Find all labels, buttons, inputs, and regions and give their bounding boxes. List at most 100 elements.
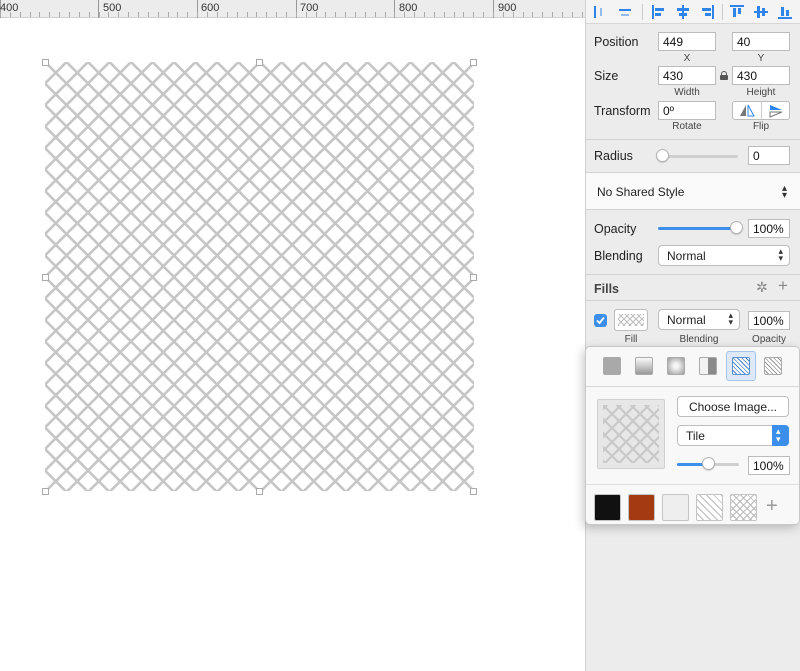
ruler-minor-tick [483, 12, 484, 17]
ruler-minor-tick [0, 12, 1, 17]
flip-horizontal-icon[interactable] [733, 102, 761, 119]
separator [722, 4, 723, 20]
y-field[interactable]: 40 [732, 32, 790, 51]
radius-slider[interactable] [662, 155, 738, 158]
fill-blending-select[interactable]: Normal ▴ ▾ [658, 309, 740, 330]
ruler-minor-tick [10, 12, 11, 17]
blending-label: Blending [594, 249, 643, 263]
gear-icon[interactable]: ✲ [756, 279, 768, 296]
flip-vertical-icon[interactable] [762, 102, 790, 119]
transform-label: Transform [594, 104, 651, 118]
ruler-minor-tick [335, 12, 336, 17]
align-middle-vertical-icon[interactable] [754, 5, 768, 19]
ruler-minor-tick [276, 12, 277, 17]
width-label: Width [674, 87, 700, 98]
lock-icon[interactable] [720, 71, 728, 80]
ruler-minor-tick [463, 12, 464, 17]
chevron-updown-icon: ▴ ▾ [728, 310, 733, 327]
add-fill-icon[interactable]: + [778, 276, 788, 296]
ruler-minor-tick [148, 12, 149, 17]
ruler-minor-tick [385, 12, 386, 17]
radius-field[interactable]: 0 [748, 146, 790, 165]
ruler-minor-tick [89, 12, 90, 17]
opacity-slider-knob[interactable] [730, 221, 743, 234]
crosshatch-pattern [45, 62, 474, 491]
ruler-minor-tick [365, 12, 366, 17]
preset-swatch-light-gray[interactable] [662, 494, 689, 521]
ruler-minor-tick [128, 12, 129, 17]
divider [586, 300, 800, 301]
align-top-icon[interactable] [730, 5, 744, 19]
distribute-vertically-icon[interactable] [618, 5, 632, 19]
fill-blending-label: Blending [679, 334, 719, 345]
radial-gradient-icon[interactable] [667, 357, 685, 375]
pattern-image-preview[interactable] [597, 399, 665, 469]
resize-handle-right[interactable] [470, 274, 477, 281]
add-swatch-icon[interactable]: + [766, 495, 778, 518]
pattern-scale-knob[interactable] [702, 457, 715, 470]
ruler-minor-tick [375, 12, 376, 17]
ruler-minor-tick [394, 12, 395, 17]
ruler-minor-tick [138, 12, 139, 17]
align-center-horizontal-icon[interactable] [676, 5, 690, 19]
ruler-minor-tick [118, 12, 119, 17]
preset-swatch-black[interactable] [594, 494, 621, 521]
ruler-minor-tick [79, 12, 80, 17]
preset-swatch-crosshatch-pattern[interactable] [730, 494, 757, 521]
opacity-slider[interactable] [658, 227, 736, 230]
angular-gradient-icon[interactable] [699, 357, 717, 375]
ruler-minor-tick [49, 12, 50, 17]
align-left-icon[interactable] [652, 5, 666, 19]
pattern-rectangle[interactable] [45, 62, 474, 491]
resize-handle-bottom-left[interactable] [42, 488, 49, 495]
blending-select[interactable]: Normal ▴ ▾ [658, 245, 790, 266]
height-field[interactable]: 430 [732, 66, 790, 85]
shared-style-value: No Shared Style [597, 185, 685, 199]
distribute-horizontally-icon[interactable] [592, 5, 606, 19]
ruler-minor-tick [316, 12, 317, 17]
radius-label: Radius [594, 149, 633, 163]
noise-fill-icon[interactable] [764, 357, 782, 375]
ruler-minor-tick [454, 12, 455, 17]
ruler-minor-tick [20, 12, 21, 17]
resize-handle-top-left[interactable] [42, 59, 49, 66]
canvas[interactable] [0, 19, 585, 671]
align-bottom-icon[interactable] [778, 5, 792, 19]
ruler-minor-tick [552, 12, 553, 17]
pattern-fill-icon[interactable] [732, 357, 750, 375]
resize-handle-left[interactable] [42, 274, 49, 281]
radius-slider-knob[interactable] [656, 149, 669, 162]
fill-preview-swatch[interactable] [614, 309, 648, 331]
height-label: Height [746, 87, 776, 98]
resize-handle-top[interactable] [256, 59, 263, 66]
ruler-minor-tick [197, 12, 198, 17]
ruler-minor-tick [227, 12, 228, 17]
size-label: Size [594, 69, 619, 83]
align-right-icon[interactable] [700, 5, 714, 19]
preset-swatch-rust[interactable] [628, 494, 655, 521]
fill-opacity-field[interactable]: 100% [748, 311, 790, 330]
choose-image-button[interactable]: Choose Image... [677, 396, 789, 417]
pattern-scale-field[interactable]: 100% [748, 456, 790, 475]
ruler-minor-tick [266, 12, 267, 17]
ruler-minor-tick [542, 12, 543, 17]
ruler-minor-tick [296, 12, 297, 17]
opacity-field[interactable]: 100% [748, 219, 790, 238]
linear-gradient-icon[interactable] [635, 357, 653, 375]
rotate-field[interactable]: 0º [658, 101, 716, 120]
resize-handle-bottom[interactable] [256, 488, 263, 495]
width-field[interactable]: 430 [658, 66, 716, 85]
resize-handle-top-right[interactable] [470, 59, 477, 66]
pattern-mode-value: Tile [686, 429, 705, 443]
x-field[interactable]: 449 [658, 32, 716, 51]
flip-label: Flip [752, 121, 770, 132]
horizontal-ruler[interactable]: 400 500 600 700 800 900 [0, 0, 585, 18]
shared-style-select[interactable]: No Shared Style ▴ ▾ [589, 180, 793, 204]
preset-swatch-diagonal-pattern[interactable] [696, 494, 723, 521]
ruler-minor-tick [177, 12, 178, 17]
resize-handle-bottom-right[interactable] [470, 488, 477, 495]
pattern-mode-select[interactable]: Tile ▴ ▾ [677, 425, 789, 446]
ruler-minor-tick [503, 12, 504, 17]
solid-fill-icon[interactable] [603, 357, 621, 375]
fill-enabled-checkbox[interactable] [594, 314, 607, 327]
